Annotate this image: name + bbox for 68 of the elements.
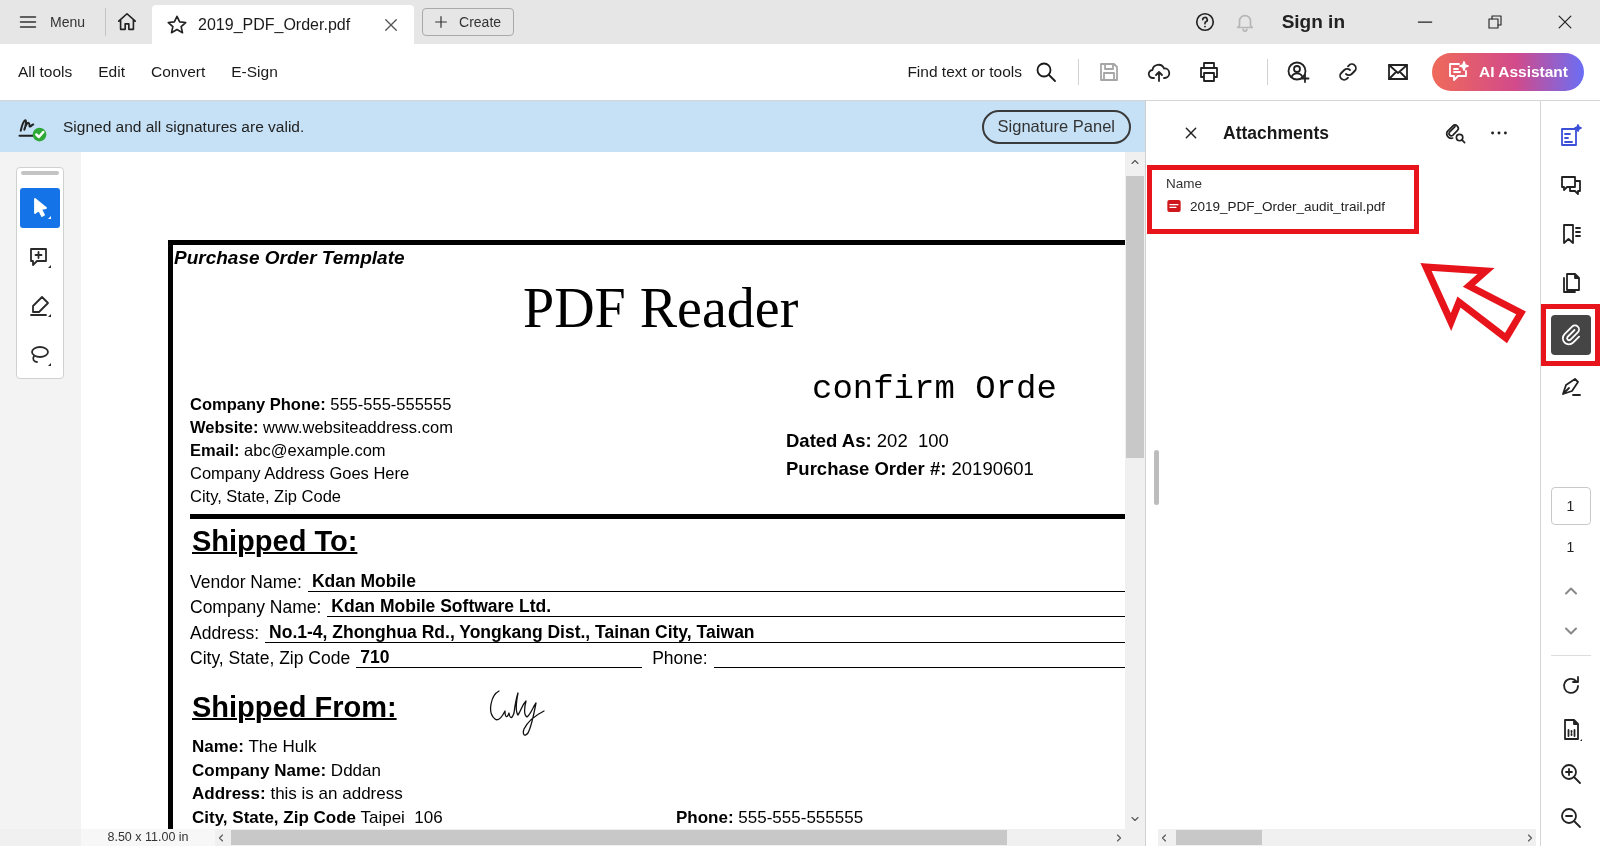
document-header: Purchase Order Template [173, 246, 406, 269]
panel-button[interactable] [1550, 315, 1591, 355]
home-icon[interactable] [116, 11, 139, 33]
field-label: Company Name: [190, 596, 323, 618]
field-label: City, State, Zip Code [190, 647, 352, 669]
company-info-line: City, State, Zip Code [190, 486, 342, 507]
address-line: Company Name: Dddan [192, 759, 382, 782]
order-info-line: Purchase Order #: 20190601 [786, 457, 1035, 481]
search-icon [1034, 60, 1058, 84]
help-icon[interactable] [1193, 11, 1216, 33]
scrollbar-thumb[interactable] [1126, 176, 1144, 458]
scrollbar-thumb[interactable] [1176, 830, 1262, 845]
edit-document-icon [1558, 123, 1583, 148]
section-heading: Shipped To: [192, 524, 358, 559]
chat-sparkle-icon [1446, 60, 1470, 84]
search-button[interactable]: Find text or tools [907, 60, 1058, 84]
company-info-line: Website: www.websiteaddress.com [190, 417, 454, 438]
document-tab[interactable]: 2019_PDF_Order.pdf [152, 5, 415, 44]
banner-message: Signed and all signatures are valid. [63, 117, 305, 136]
zoom-in-icon[interactable] [1558, 762, 1583, 786]
fill-in-line: 710 [356, 647, 643, 668]
pdf-file-icon [1166, 198, 1182, 214]
scrollbar-thumb[interactable] [1154, 450, 1159, 505]
attachment-search-icon[interactable] [1444, 122, 1466, 144]
plus-icon [433, 14, 450, 30]
address-line: Phone: 555-555-555555 [676, 806, 864, 829]
user-add-icon[interactable] [1286, 60, 1310, 84]
sign-in-button[interactable]: Sign in [1281, 11, 1345, 33]
link-icon[interactable] [1336, 60, 1360, 84]
page-number-field[interactable]: 1 [1550, 487, 1591, 525]
create-button[interactable]: Create [422, 8, 515, 36]
page-size-label: 8.50 x 11.00 in [81, 829, 215, 846]
company-info-line: Email: abc@example.com [190, 440, 387, 461]
scrollbar[interactable] [1158, 829, 1536, 846]
lasso-icon [28, 343, 52, 367]
address-line: Name: The Hulk [192, 736, 318, 758]
menu-item[interactable]: E-Sign [231, 63, 278, 81]
ai-assistant-button[interactable]: AI Assistant [1432, 53, 1584, 91]
panel-title: Attachments [1223, 122, 1329, 144]
page-count: 1 [1566, 538, 1575, 557]
menu-button[interactable]: Menu [18, 12, 86, 32]
highlighter-icon [28, 294, 52, 318]
zoom-out-icon[interactable] [1558, 806, 1583, 830]
scrollbar-thumb[interactable] [231, 830, 1007, 845]
menu-item[interactable]: Edit [98, 63, 125, 81]
menu-item[interactable]: All tools [18, 63, 73, 81]
document-title: PDF Reader [523, 279, 800, 337]
field-label: Address: [190, 621, 261, 644]
column-header: Name [1166, 176, 1203, 192]
address-line: Address: this is an address [192, 783, 404, 805]
comment-add-icon [28, 245, 52, 269]
restore-icon[interactable] [1486, 13, 1504, 31]
field-label: Phone: [651, 647, 709, 669]
order-info-line: Dated As: 202 100 [786, 429, 950, 453]
printer-icon[interactable] [1197, 60, 1221, 84]
tab-title: 2019_PDF_Order.pdf [198, 15, 352, 34]
address-line: City, State, Zip Code Taipei 106 [192, 806, 444, 829]
close-icon[interactable] [1183, 125, 1199, 141]
confirm-heading: confirm Orde [811, 369, 1057, 409]
field-label: Vendor Name: [190, 570, 303, 593]
scrollbar[interactable] [1125, 152, 1145, 829]
company-info-line: Company Phone: 555-555-555555 [190, 394, 453, 415]
company-info-line: Company Address Goes Here [190, 463, 411, 484]
star-icon [166, 13, 189, 36]
section-heading: Shipped From: [192, 690, 397, 725]
menu-item[interactable]: Convert [151, 63, 206, 81]
signature-panel-button[interactable]: Signature Panel [981, 109, 1131, 144]
attachment-item[interactable]: 2019_PDF_Order_audit_trail.pdf [1166, 198, 1414, 214]
